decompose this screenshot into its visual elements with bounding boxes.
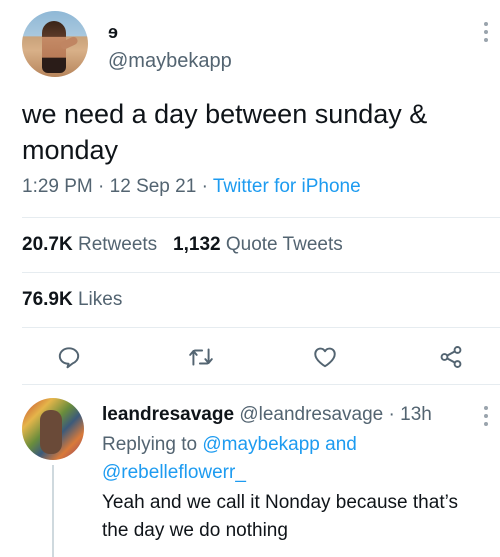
reply-author-handle[interactable]: @leandresavage (239, 404, 383, 425)
tweet-date[interactable]: 12 Sep 21 (110, 176, 197, 197)
author-name[interactable]: ɘ (108, 22, 118, 43)
share-icon[interactable] (438, 344, 464, 370)
reply-text: Yeah and we call it Nonday because that’… (102, 492, 458, 541)
avatar-figure (40, 410, 62, 454)
quote-count: 1,132 (173, 234, 221, 255)
divider (22, 217, 500, 218)
likes-link[interactable]: 76.9K Likes (22, 289, 122, 311)
reply-time[interactable]: 13h (400, 404, 432, 425)
mention-and: and (325, 434, 357, 455)
divider (22, 327, 500, 328)
more-options-icon[interactable] (484, 22, 490, 46)
retweets-count: 20.7K (22, 234, 73, 255)
like-icon[interactable] (312, 344, 338, 370)
likes-count: 76.9K (22, 289, 73, 310)
quote-label: Quote Tweets (225, 234, 343, 255)
reply-author-name[interactable]: leandresavage (102, 404, 234, 425)
replying-prefix: Replying to (102, 434, 198, 455)
meta-separator: · (388, 404, 401, 425)
retweet-icon[interactable] (188, 344, 214, 370)
reply-header: leandresavage @leandresavage · 13h (102, 404, 432, 426)
likes-label: Likes (77, 289, 123, 310)
replying-to: Replying to @maybekapp and @rebelleflowe… (102, 431, 472, 487)
thread-line (52, 465, 54, 557)
meta-separator: · (201, 176, 213, 197)
quote-tweets-link[interactable]: 1,132 Quote Tweets (173, 234, 343, 255)
mention-link[interactable]: @maybekapp (202, 434, 320, 455)
tweet-source[interactable]: Twitter for iPhone (213, 176, 361, 197)
reply-author-avatar[interactable] (22, 398, 84, 460)
author-avatar[interactable] (22, 11, 88, 77)
divider (22, 272, 500, 273)
tweet-meta: 1:29 PM · 12 Sep 21 · Twitter for iPhone (22, 176, 361, 198)
meta-separator: · (98, 176, 110, 197)
reply-icon[interactable] (56, 344, 82, 370)
tweet-text: we need a day between sunday & monday (22, 99, 428, 165)
retweets-link[interactable]: 20.7K Retweets (22, 234, 162, 255)
tweet-time[interactable]: 1:29 PM (22, 176, 93, 197)
retweets-label: Retweets (77, 234, 158, 255)
author-handle[interactable]: @maybekapp (108, 50, 232, 73)
retweet-stats: 20.7K Retweets 1,132 Quote Tweets (22, 234, 343, 256)
mention-link[interactable]: @rebelleflowerr_ (102, 462, 246, 483)
divider (22, 384, 500, 385)
more-options-icon[interactable] (484, 406, 490, 430)
